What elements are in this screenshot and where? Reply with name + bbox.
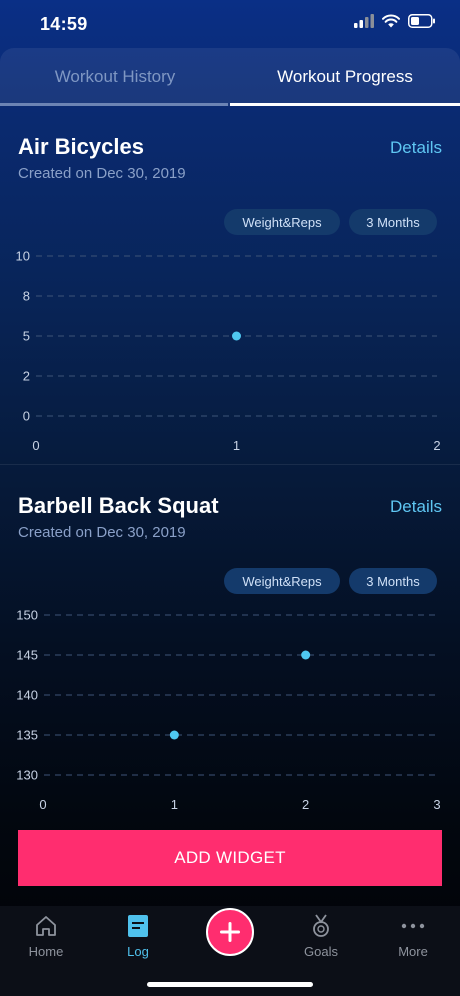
x-tick-label: 1	[233, 438, 240, 453]
y-tick-label: 10	[16, 249, 30, 264]
range-filter-chip[interactable]: 3 Months	[349, 568, 437, 594]
add-widget-button[interactable]: ADD WIDGET	[18, 830, 442, 886]
home-icon	[34, 914, 58, 938]
y-tick-label: 2	[23, 369, 30, 384]
y-tick-label: 150	[16, 608, 38, 623]
tabbar-item-home[interactable]: Home	[0, 906, 92, 976]
x-tick-label: 2	[433, 438, 440, 453]
metric-filter-chip[interactable]: Weight&Reps	[224, 209, 340, 235]
wifi-icon	[382, 14, 400, 28]
data-point[interactable]	[232, 331, 241, 341]
progress-widget-barbell-back-squat: Barbell Back Squat Created on Dec 30, 20…	[0, 465, 460, 825]
medal-icon	[311, 914, 331, 938]
scatter-chart: 150 145 140 135 1300 1 2 3	[16, 608, 440, 813]
details-link[interactable]: Details	[390, 497, 442, 517]
x-tick-label: 1	[171, 797, 178, 812]
tabbar-item-log[interactable]: Log	[92, 906, 184, 976]
metric-filter-chip[interactable]: Weight&Reps	[224, 568, 340, 594]
scatter-chart: 10 8 5 2 00 1 2	[16, 249, 441, 454]
range-filter-chip[interactable]: 3 Months	[349, 209, 437, 235]
plus-icon	[220, 922, 240, 942]
segmented-tabs: Workout History Workout Progress	[0, 48, 460, 106]
home-indicator	[147, 982, 313, 987]
tab-workout-history[interactable]: Workout History	[0, 48, 230, 106]
tabbar-label: More	[398, 944, 428, 959]
x-tick-label: 3	[433, 797, 440, 812]
tab-workout-progress[interactable]: Workout Progress	[230, 48, 460, 106]
progress-widget-air-bicycles: Air Bicycles Created on Dec 30, 2019 Det…	[0, 106, 460, 464]
widget-title: Barbell Back Squat	[18, 493, 219, 518]
tabbar-label: Home	[28, 944, 64, 959]
signal-icon	[354, 14, 374, 28]
tabbar-label: Goals	[304, 944, 338, 959]
y-tick-label: 145	[16, 648, 38, 663]
status-bar: 14:59	[0, 0, 460, 48]
y-tick-label: 5	[23, 329, 30, 344]
widget-created-date: Created on Dec 30, 2019	[18, 524, 186, 541]
y-tick-label: 130	[16, 768, 38, 783]
y-tick-label: 135	[16, 728, 38, 743]
widget-created-date: Created on Dec 30, 2019	[18, 165, 186, 182]
y-tick-label: 0	[23, 409, 30, 424]
x-tick-label: 0	[39, 797, 46, 812]
tabbar-item-goals[interactable]: Goals	[275, 906, 367, 976]
widget-title: Air Bicycles	[18, 134, 144, 159]
y-tick-label: 8	[23, 289, 30, 304]
tabbar-item-more[interactable]: More	[367, 906, 459, 976]
data-point[interactable]	[301, 650, 311, 660]
status-icons	[354, 14, 436, 28]
log-icon	[127, 914, 149, 938]
status-time: 14:59	[40, 14, 88, 34]
y-tick-label: 140	[16, 688, 38, 703]
x-tick-label: 2	[302, 797, 309, 812]
tabbar-label: Log	[127, 944, 149, 959]
more-icon	[400, 914, 426, 938]
x-tick-label: 0	[32, 438, 39, 453]
details-link[interactable]: Details	[390, 138, 442, 158]
add-entry-button[interactable]	[206, 908, 254, 956]
battery-icon	[408, 14, 435, 28]
data-point[interactable]	[169, 730, 179, 740]
